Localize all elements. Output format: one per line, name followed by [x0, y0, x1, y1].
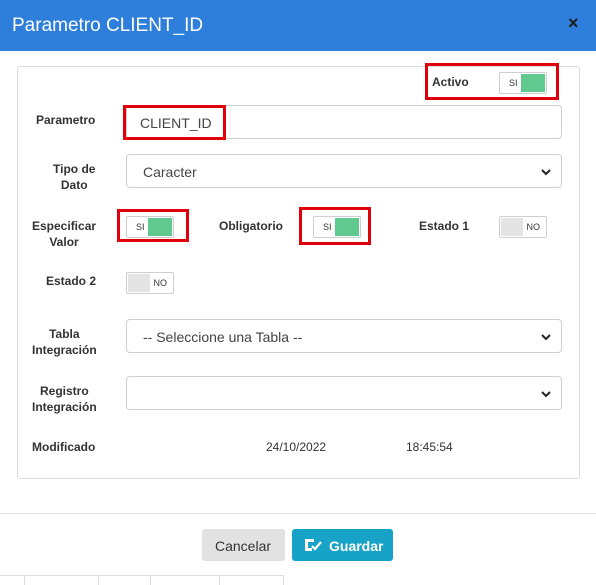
modificado-time: 18:45:54 [406, 440, 453, 454]
obligatorio-label: Obligatorio [219, 219, 283, 233]
parametro-label: Parametro [36, 113, 96, 127]
estado1-label: Estado 1 [419, 219, 470, 233]
save-button[interactable]: Guardar [292, 529, 393, 561]
registro-integracion-select[interactable] [126, 376, 562, 410]
tipo-dato-label-line1: Tipo de [53, 162, 96, 176]
tabla-label-line1: Tabla [49, 327, 80, 341]
highlight-box [425, 63, 559, 100]
especificar-label-line2: Valor [49, 235, 79, 249]
highlight-box [299, 207, 371, 245]
dialog-header: Parametro CLIENT_ID × [0, 0, 596, 51]
registro-label-line1: Registro [40, 384, 89, 398]
footer-divider [0, 513, 596, 514]
tipo-dato-value: Caracter [143, 164, 197, 180]
tabla-integracion-value: -- Seleccione una Tabla -- [143, 329, 303, 345]
save-button-label: Guardar [329, 538, 384, 554]
tipo-dato-select[interactable]: Caracter [126, 154, 562, 188]
estado2-toggle-text: NO [153, 278, 168, 288]
chevron-down-icon [541, 391, 551, 398]
tabla-integracion-select[interactable]: -- Seleccione una Tabla -- [126, 319, 562, 353]
especificar-valor-label: Especificar Valor [32, 218, 96, 250]
modificado-label: Modificado [32, 440, 96, 454]
tabla-integracion-label: Tabla Integración [32, 326, 97, 358]
highlight-box [117, 209, 189, 242]
dialog-title: Parametro CLIENT_ID [12, 15, 204, 36]
cancel-button[interactable]: Cancelar [202, 529, 285, 561]
chevron-down-icon [541, 334, 551, 341]
tabla-label-line2: Integración [32, 343, 97, 357]
registro-integracion-label: Registro Integración [32, 383, 97, 415]
save-icon [305, 539, 322, 551]
highlight-box [123, 105, 226, 140]
estado1-toggle-text: NO [526, 222, 541, 232]
especificar-label-line1: Especificar [32, 219, 97, 233]
toggle-knob [128, 274, 150, 292]
modificado-date: 24/10/2022 [266, 440, 327, 454]
toggle-knob [501, 218, 523, 236]
tipo-dato-label-line2: Dato [60, 178, 88, 192]
estado2-label: Estado 2 [46, 274, 97, 288]
estado2-toggle[interactable]: NO [126, 272, 174, 294]
tipo-dato-label: Tipo de Dato [53, 161, 95, 193]
close-icon[interactable]: × [568, 13, 579, 34]
cancel-button-label: Cancelar [215, 538, 272, 554]
registro-label-line2: Integración [32, 400, 97, 414]
chevron-down-icon [541, 169, 551, 176]
estado1-toggle[interactable]: NO [499, 216, 547, 238]
